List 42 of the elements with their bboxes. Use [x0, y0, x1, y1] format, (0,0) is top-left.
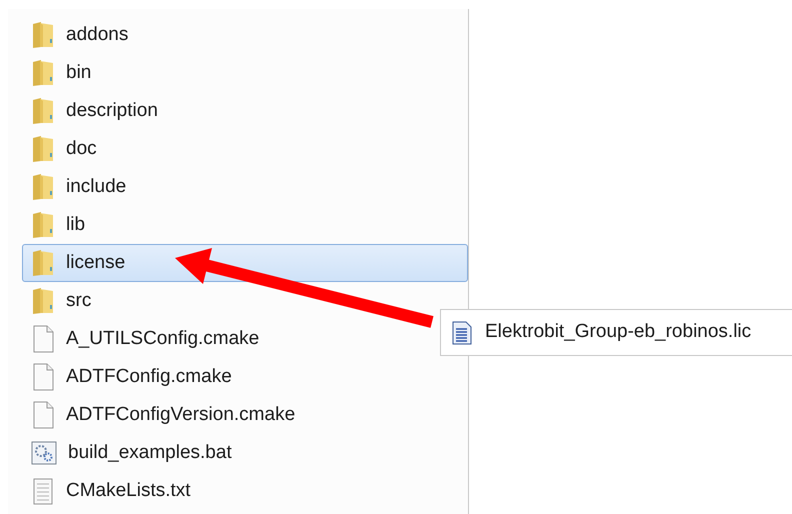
file-name: license	[66, 250, 126, 275]
file-name: src	[66, 288, 92, 313]
list-item[interactable]: ADTFConfig.cmake	[22, 358, 233, 396]
selected-list-item[interactable]: license	[22, 244, 468, 282]
folder-icon	[31, 211, 55, 239]
file-name: ADTFConfigVersion.cmake	[66, 402, 296, 427]
text-file-icon	[31, 477, 55, 505]
list-item[interactable]: lib	[22, 206, 86, 244]
list-item[interactable]: description	[22, 92, 159, 130]
file-name: bin	[66, 60, 92, 85]
file-icon	[31, 401, 55, 429]
list-item[interactable]: src	[22, 282, 92, 320]
list-item[interactable]: build_examples.bat	[22, 434, 233, 472]
gear-file-icon	[31, 440, 57, 466]
folder-icon	[31, 97, 55, 125]
folder-icon	[31, 59, 55, 87]
list-item[interactable]: A_UTILSConfig.cmake	[22, 320, 260, 358]
file-name: include	[66, 174, 126, 199]
file-name: ADTFConfig.cmake	[66, 364, 232, 389]
file-name: lib	[66, 212, 86, 237]
folder-icon	[31, 249, 55, 277]
folder-icon	[31, 21, 55, 49]
list-item[interactable]: doc	[22, 130, 98, 168]
folder-icon	[31, 135, 55, 163]
file-name: addons	[66, 22, 128, 47]
file-icon	[31, 363, 55, 391]
file-name: description	[66, 98, 158, 123]
file-name: Elektrobit_Group-eb_robinos.lic	[485, 320, 752, 344]
folder-icon	[31, 173, 55, 201]
document-icon	[452, 320, 472, 344]
list-item[interactable]: include	[22, 168, 128, 206]
file-icon	[31, 325, 55, 353]
list-item[interactable]: Elektrobit_Group-eb_robinos.lic	[443, 314, 752, 352]
list-item[interactable]: addons	[22, 16, 130, 54]
folder-icon	[31, 287, 55, 315]
list-item[interactable]: ADTFConfigVersion.cmake	[22, 396, 296, 434]
list-item[interactable]: bin	[22, 54, 92, 92]
file-name: CMakeLists.txt	[66, 478, 191, 503]
file-name: build_examples.bat	[68, 440, 232, 465]
file-name: A_UTILSConfig.cmake	[66, 326, 260, 351]
list-item[interactable]: CMakeLists.txt	[22, 472, 192, 510]
file-name: doc	[66, 136, 97, 161]
